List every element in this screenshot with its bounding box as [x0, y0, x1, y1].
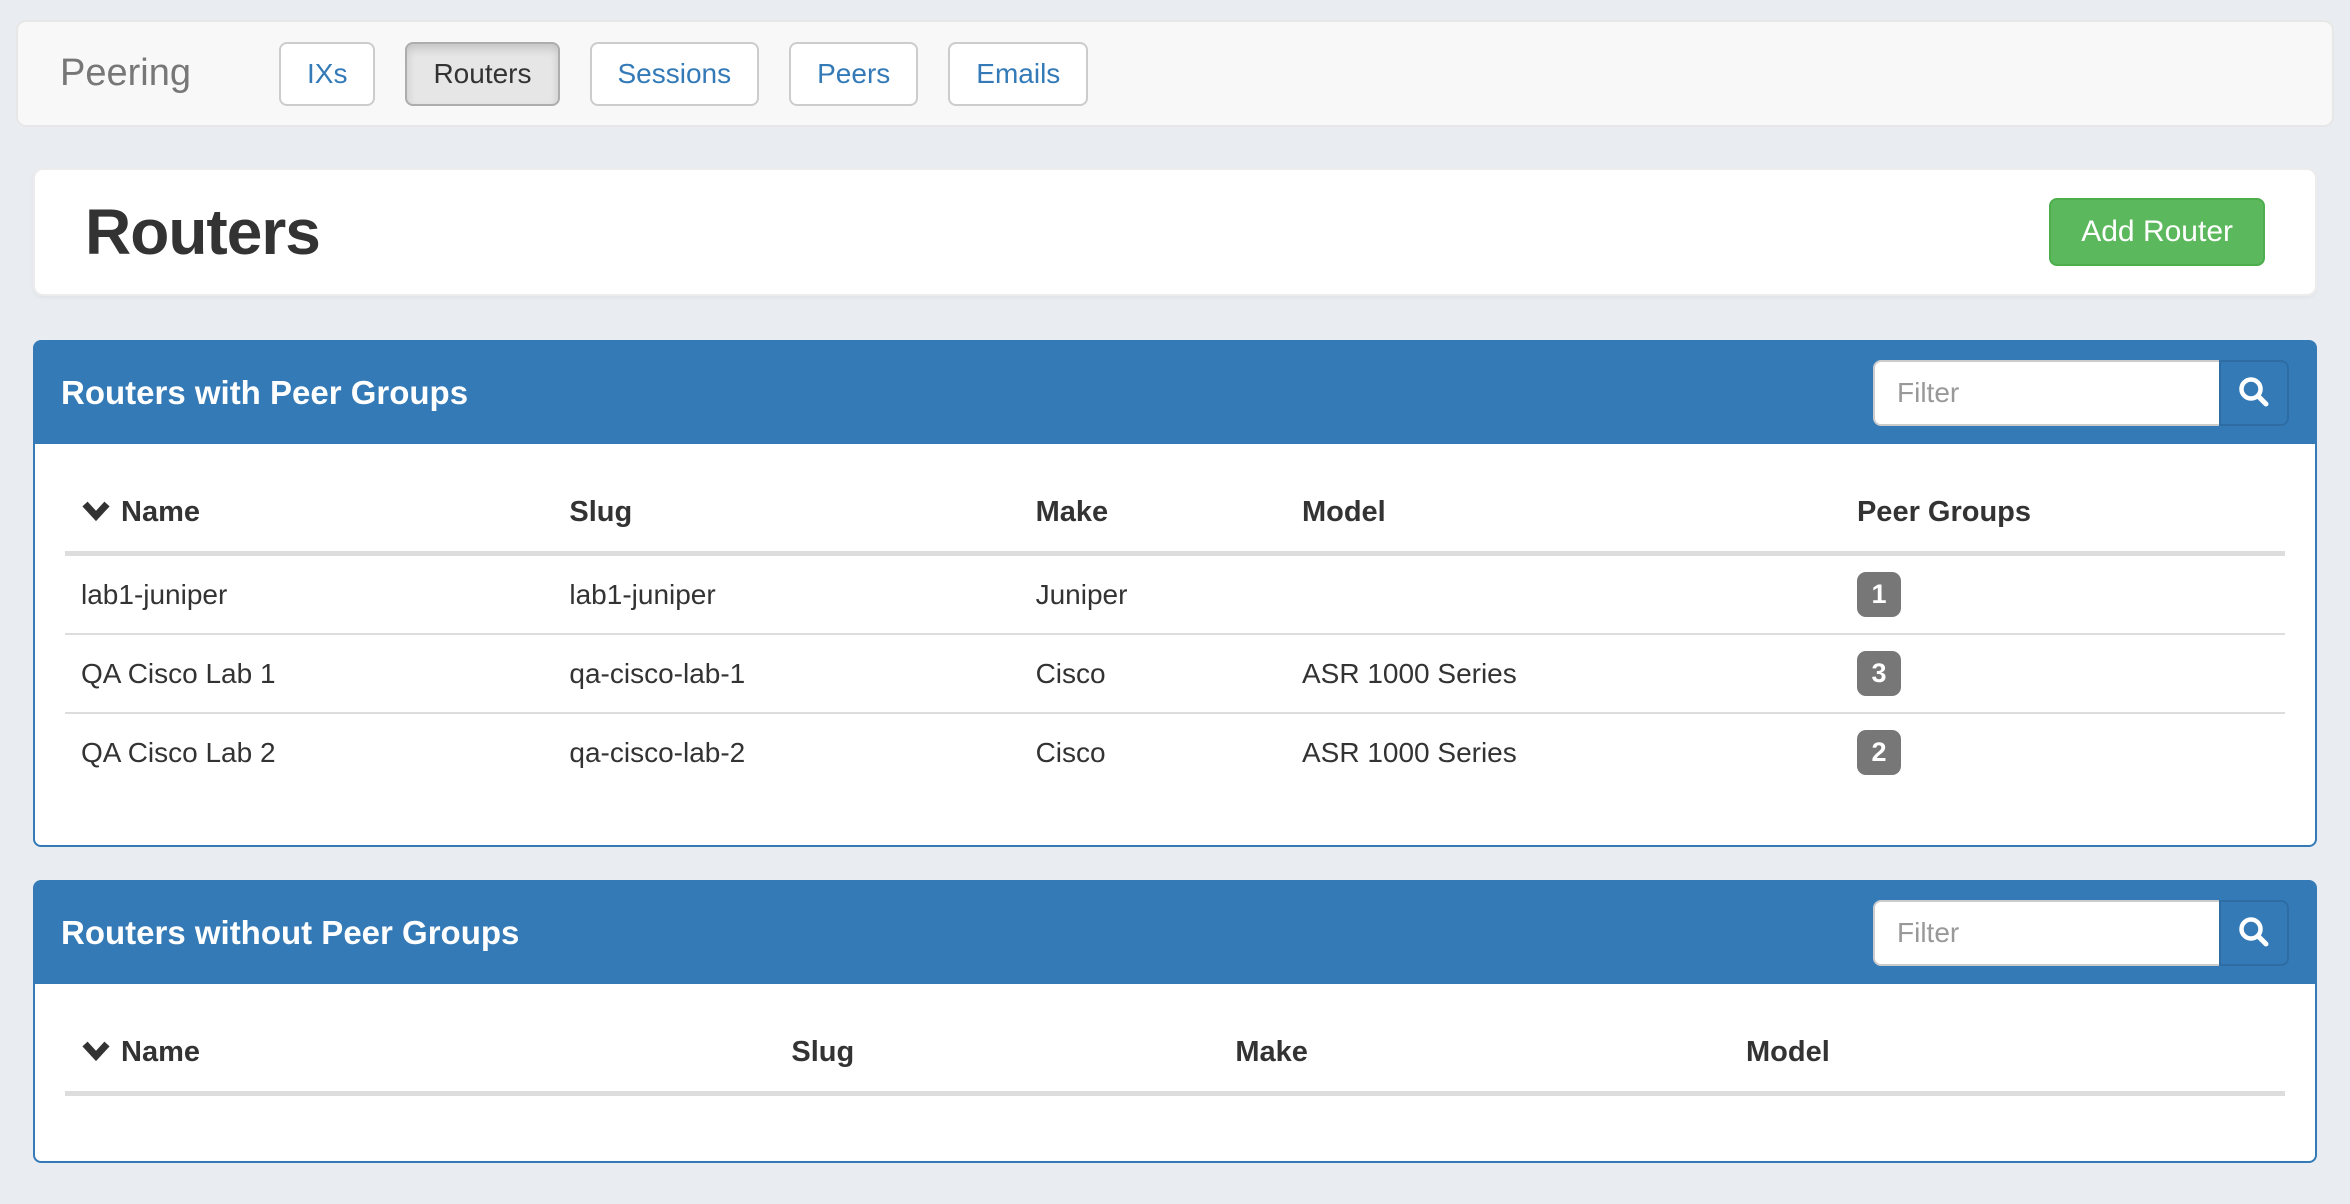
search-button[interactable]	[2219, 900, 2289, 966]
add-router-button[interactable]: Add Router	[2049, 198, 2265, 266]
magnifier-icon	[2235, 914, 2273, 952]
cell-name: QA Cisco Lab 1	[65, 634, 553, 713]
column-header-make[interactable]: Make	[1219, 1014, 1730, 1094]
column-header-model[interactable]: Model	[1286, 474, 1841, 554]
cell-slug: lab1-juniper	[553, 554, 1019, 635]
column-header-slug[interactable]: Slug	[553, 474, 1019, 554]
routers-without-peer-groups-table: Name Slug Make Model	[65, 1014, 2285, 1096]
filter-input[interactable]	[1873, 360, 2221, 426]
nav-button-emails[interactable]: Emails	[948, 42, 1088, 106]
cell-slug: qa-cisco-lab-2	[553, 713, 1019, 791]
top-navbar: Peering IXs Routers Sessions Peers Email…	[16, 20, 2334, 127]
cell-make: Cisco	[1020, 634, 1286, 713]
panel-body: Name Slug Make Model Peer Groups lab1-ju…	[35, 444, 2315, 821]
cell-slug: qa-cisco-lab-1	[553, 634, 1019, 713]
cell-peer-groups: 3	[1841, 634, 2285, 713]
cell-peer-groups: 1	[1841, 554, 2285, 635]
chevron-down-icon	[81, 1038, 111, 1071]
cell-name: lab1-juniper	[65, 554, 553, 635]
table-header-row: Name Slug Make Model	[65, 1014, 2285, 1094]
magnifier-icon	[2235, 374, 2273, 412]
table-row: QA Cisco Lab 1 qa-cisco-lab-1 Cisco ASR …	[65, 634, 2285, 713]
panel-heading: Routers without Peer Groups	[35, 882, 2315, 984]
column-header-peer-groups[interactable]: Peer Groups	[1841, 474, 2285, 554]
table-row: QA Cisco Lab 2 qa-cisco-lab-2 Cisco ASR …	[65, 713, 2285, 791]
peer-group-count-badge[interactable]: 3	[1857, 651, 1901, 696]
panel-title: Routers without Peer Groups	[61, 914, 519, 952]
cell-model	[1286, 554, 1841, 635]
cell-make: Cisco	[1020, 713, 1286, 791]
filter-input[interactable]	[1873, 900, 2221, 966]
peer-group-count-badge[interactable]: 2	[1857, 730, 1901, 775]
table-header-row: Name Slug Make Model Peer Groups	[65, 474, 2285, 554]
column-header-name[interactable]: Name	[65, 1014, 775, 1094]
panel-heading: Routers with Peer Groups	[35, 342, 2315, 444]
panel-body: Name Slug Make Model	[35, 984, 2315, 1126]
peer-group-count-badge[interactable]: 1	[1857, 572, 1901, 617]
cell-name: QA Cisco Lab 2	[65, 713, 553, 791]
cell-peer-groups: 2	[1841, 713, 2285, 791]
panel-routers-without-peer-groups: Routers without Peer Groups	[33, 880, 2317, 1163]
page-title: Routers	[85, 195, 320, 269]
cell-make: Juniper	[1020, 554, 1286, 635]
nav-button-peers[interactable]: Peers	[789, 42, 918, 106]
page-header-card: Routers Add Router	[33, 168, 2317, 296]
nav-button-sessions[interactable]: Sessions	[590, 42, 760, 106]
column-header-model[interactable]: Model	[1730, 1014, 2285, 1094]
filter-group	[1873, 900, 2289, 966]
table-row: lab1-juniper lab1-juniper Juniper 1	[65, 554, 2285, 635]
filter-group	[1873, 360, 2289, 426]
cell-model: ASR 1000 Series	[1286, 713, 1841, 791]
panel-title: Routers with Peer Groups	[61, 374, 468, 412]
column-header-make[interactable]: Make	[1020, 474, 1286, 554]
column-header-slug[interactable]: Slug	[775, 1014, 1219, 1094]
nav-button-routers[interactable]: Routers	[405, 42, 559, 106]
brand-peering: Peering	[18, 52, 191, 95]
search-button[interactable]	[2219, 360, 2289, 426]
panel-routers-with-peer-groups: Routers with Peer Groups	[33, 340, 2317, 847]
chevron-down-icon	[81, 498, 111, 531]
routers-with-peer-groups-table: Name Slug Make Model Peer Groups lab1-ju…	[65, 474, 2285, 791]
column-header-name[interactable]: Name	[65, 474, 553, 554]
nav-button-ixs[interactable]: IXs	[279, 42, 375, 106]
cell-model: ASR 1000 Series	[1286, 634, 1841, 713]
